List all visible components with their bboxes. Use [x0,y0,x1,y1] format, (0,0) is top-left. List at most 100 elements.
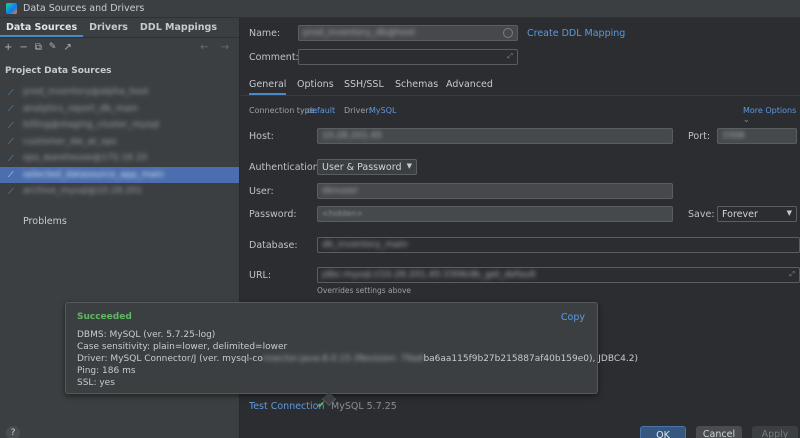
remove-icon[interactable]: − [19,42,27,53]
cancel-button[interactable]: Cancel [696,426,742,438]
name-value: prod_inventory_db@host [303,28,416,38]
problems-item[interactable]: Problems [23,216,67,227]
left-toolbar: + − ⧉ ✎ ↗ ← → [0,38,239,56]
title-bar: Data Sources and Drivers [0,0,800,18]
password-field[interactable]: <hidden> [317,206,673,222]
database-value: db_inventory_main [322,240,408,250]
database-field[interactable]: db_inventory_main [317,237,800,253]
tab-drivers[interactable]: Drivers [83,18,134,37]
list-item[interactable]: ⟋ archive_mysql@10.28.201 [0,183,239,200]
name-field[interactable]: prod_inventory_db@host [298,25,518,41]
port-value: 3306 [722,131,745,141]
nav-arrows: ← → [200,42,229,53]
authentication-select[interactable]: User & Password ▼ [317,159,417,175]
help-button[interactable]: ? [6,426,20,438]
datasource-icon: ⟋ [8,137,14,147]
section-title: Project Data Sources [5,66,112,76]
host-value: 10.28.201.45 [322,131,383,141]
test-result-text: MySQL 5.7.25 [331,401,397,412]
datasource-icon: ⟋ [8,120,14,130]
tab-advanced[interactable]: Advanced [446,76,493,95]
user-value: devuser [322,186,359,196]
tab-ddl-mappings[interactable]: DDL Mappings [134,18,223,37]
wrench-icon[interactable]: ✎ [49,42,57,52]
ok-button[interactable]: OK [640,426,686,438]
add-icon[interactable]: + [4,42,12,53]
connection-result-popup: Succeeded Copy DBMS: MySQL (ver. 5.7.25-… [65,302,638,407]
datasource-name: customer_dw_at_ops [23,136,117,147]
window-title: Data Sources and Drivers [23,3,145,14]
password-value: <hidden> [322,209,363,218]
connection-type-link[interactable]: default [307,106,335,115]
chevron-down-icon: ▼ [786,209,792,217]
status-badge: Succeeded [77,312,132,322]
datasource-icon: ⟋ [8,186,14,196]
tab-general[interactable]: General [249,76,287,95]
list-item-selected[interactable]: ⟋ selected_datasource_app_main [0,166,239,183]
test-connection-button[interactable]: Test Connection [249,401,324,412]
status-circle-icon [503,28,513,38]
save-select[interactable]: Forever ▼ [717,206,797,222]
duplicate-icon[interactable]: ⧉ [35,42,42,53]
datasource-icon: ⟋ [8,153,14,163]
url-note: Overrides settings above [317,286,412,295]
url-label: URL: [249,270,272,281]
host-label: Host: [249,131,274,142]
driver-line: Driver: MySQL Connector/J (ver. mysql-co… [77,354,638,364]
tab-data-sources[interactable]: Data Sources [0,18,84,37]
driver-hidden: nnector-java-8.0.15 (Revision: 79a4 [262,354,424,364]
list-item[interactable]: ⟋ analytics_report_db_main [0,101,239,118]
tab-schemas[interactable]: Schemas [395,76,438,95]
authentication-label: Authentication: [249,162,322,173]
back-arrow-icon[interactable]: ← [200,42,208,53]
datasource-name: billing@staging_cluster_mysql [23,120,160,131]
tab-ssh-ssl[interactable]: SSH/SSL [344,76,384,95]
database-label: Database: [249,240,298,251]
driver-label: Driver: [344,106,372,115]
datasource-name: selected_datasource_app_main [23,169,165,180]
export-icon[interactable]: ↗ [63,42,71,53]
comment-field[interactable]: ⤢ [298,49,518,65]
driver-link[interactable]: MySQL [369,106,396,115]
list-item[interactable]: ⟋ customer_dw_at_ops [0,134,239,151]
authentication-value: User & Password [322,162,402,173]
datasource-name: prod_inventory@alpha_host [23,87,149,98]
datasource-name: archive_mysql@10.28.201 [23,186,143,197]
url-field[interactable]: jdbc:mysql://10.28.201.45:3306/db_get_de… [317,267,800,283]
datasource-icon: ⟋ [8,104,14,114]
chevron-down-icon: ▼ [406,162,412,170]
driver-suffix: ba6aa115f9b27b215887af40b159e0), JDBC4.2… [423,354,638,364]
ping-line: Ping: 186 ms [77,366,136,376]
host-field[interactable]: 10.28.201.45 [317,128,673,144]
tab-options[interactable]: Options [297,76,334,95]
more-options-link[interactable]: More Options ⌄ [743,106,800,124]
password-label: Password: [249,209,297,220]
save-label: Save: [688,209,715,220]
port-field[interactable]: 3306 [717,128,797,144]
datasource-icon: ⟋ [8,87,14,97]
expand-icon[interactable]: ⤢ [507,52,513,61]
apply-button[interactable]: Apply [752,426,798,438]
forward-arrow-icon[interactable]: → [221,42,229,53]
create-ddl-mapping-link[interactable]: Create DDL Mapping [527,28,625,39]
datasource-icon: ⟋ [8,170,14,180]
comment-label: Comment: [249,52,299,63]
settings-tabs: General Options SSH/SSL Schemas Advanced [241,76,800,96]
case-line: Case sensitivity: plain=lower, delimited… [77,342,288,352]
app-icon [6,3,17,14]
name-label: Name: [249,28,281,39]
ssl-line: SSL: yes [77,378,115,388]
copy-link[interactable]: Copy [561,312,585,323]
expand-icon[interactable]: ⤢ [789,270,795,279]
datasource-name: analytics_report_db_main [23,103,139,114]
url-value: jdbc:mysql://10.28.201.45:3306/db_get_de… [322,270,536,280]
save-value: Forever [722,209,758,220]
list-item[interactable]: ⟋ billing@staging_cluster_mysql [0,117,239,134]
port-label: Port: [688,131,711,142]
user-field[interactable]: devuser [317,183,673,199]
datasource-list: ⟋ prod_inventory@alpha_host ⟋ analytics_re… [0,84,239,200]
datasource-name: ops_warehouse@172.16.10 [23,153,148,164]
left-tab-bar: Data Sources Drivers DDL Mappings [0,18,239,38]
list-item[interactable]: ⟋ prod_inventory@alpha_host [0,84,239,101]
list-item[interactable]: ⟋ ops_warehouse@172.16.10 [0,150,239,167]
